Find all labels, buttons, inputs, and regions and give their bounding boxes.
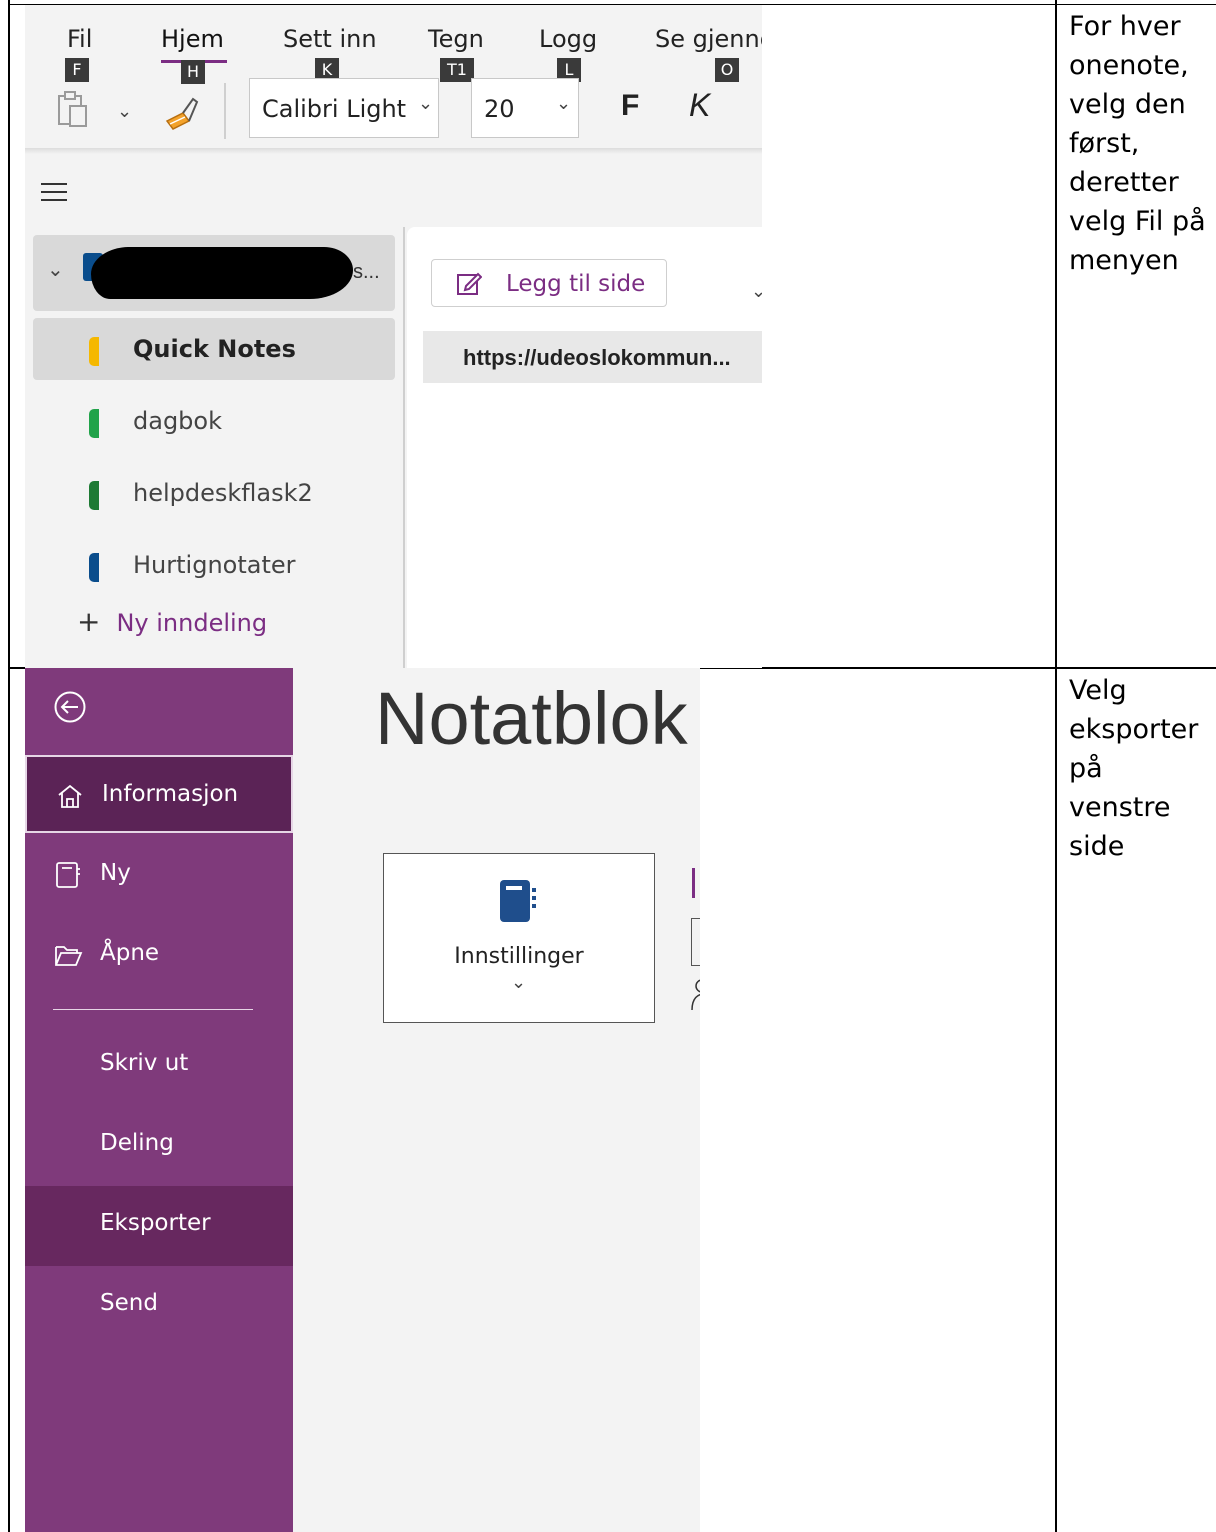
chevron-down-icon: ⌄ bbox=[47, 259, 64, 281]
nav-informasjon[interactable]: Informasjon bbox=[25, 755, 293, 833]
keytip-h: H bbox=[181, 60, 205, 84]
section-color-tab-icon bbox=[89, 409, 99, 438]
keytip-o: O bbox=[715, 58, 739, 82]
new-notebook-icon bbox=[53, 860, 83, 890]
section-hurtignotater[interactable]: Hurtignotater bbox=[33, 534, 395, 596]
nav-skriv-ut[interactable]: Skriv ut bbox=[25, 1026, 293, 1106]
tab-tegn[interactable]: Tegn bbox=[428, 25, 484, 53]
nav-label: Skriv ut bbox=[100, 1050, 189, 1076]
section-label: Hurtignotater bbox=[133, 551, 296, 579]
sort-chevron-icon[interactable]: ⌄ bbox=[751, 281, 762, 302]
home-icon bbox=[55, 781, 85, 811]
section-label: dagbok bbox=[133, 407, 222, 435]
back-arrow-icon[interactable] bbox=[53, 690, 87, 724]
settings-label: Innstillinger bbox=[454, 944, 584, 969]
italic-button[interactable]: K bbox=[689, 87, 710, 124]
instruction-step-2: Velg eksporter på venstre side bbox=[1069, 675, 1199, 862]
onenote-main-screenshot: Fil F Hjem H Sett inn K Tegn T1 Logg L S… bbox=[25, 5, 762, 668]
ribbon-separator bbox=[224, 83, 226, 139]
notebook-icon bbox=[498, 878, 538, 929]
keytip-t1: T1 bbox=[440, 58, 474, 82]
nav-eksporter[interactable]: Eksporter bbox=[25, 1186, 293, 1266]
add-page-button[interactable]: Legg til side bbox=[431, 259, 667, 307]
section-helpdeskflask2[interactable]: helpdeskflask2 bbox=[33, 462, 395, 524]
font-name-dropdown[interactable]: Calibri Light ⌄ bbox=[249, 78, 439, 138]
section-color-tab-icon bbox=[89, 553, 99, 582]
nav-label: Eksporter bbox=[100, 1210, 211, 1236]
section-color-tab-icon bbox=[89, 337, 99, 366]
notebook-selector[interactable]: ⌄ s... bbox=[33, 235, 395, 311]
section-dagbok[interactable]: dagbok bbox=[33, 390, 395, 452]
tab-logg[interactable]: Logg bbox=[539, 25, 597, 53]
paste-icon[interactable] bbox=[55, 90, 91, 130]
instruction-step-1: For hver onenote, velg den først, derett… bbox=[1069, 11, 1206, 276]
nav-label: Informasjon bbox=[102, 781, 239, 807]
pane-divider bbox=[403, 227, 405, 668]
nav-send[interactable]: Send bbox=[25, 1266, 293, 1346]
section-quick-notes[interactable]: Quick Notes bbox=[33, 318, 395, 380]
chevron-down-icon: ⌄ bbox=[418, 93, 434, 114]
page-heading: Notatblok bbox=[375, 677, 688, 760]
plus-icon: + bbox=[77, 605, 101, 638]
font-size-value: 20 bbox=[484, 95, 515, 123]
nav-deling[interactable]: Deling bbox=[25, 1106, 293, 1186]
clipped-box-fragment bbox=[691, 918, 700, 966]
ribbon-shadow bbox=[25, 148, 762, 154]
tab-hjem[interactable]: Hjem bbox=[161, 25, 224, 53]
tab-fil[interactable]: Fil bbox=[67, 25, 92, 53]
font-name-value: Calibri Light bbox=[262, 95, 407, 123]
font-size-dropdown[interactable]: 20 ⌄ bbox=[471, 78, 579, 138]
nav-label: Åpne bbox=[100, 940, 160, 966]
table-column-divider bbox=[1055, 0, 1057, 1532]
notebook-name-suffix: s... bbox=[353, 261, 380, 283]
nav-label: Deling bbox=[100, 1130, 174, 1156]
nav-apne[interactable]: Åpne bbox=[25, 916, 293, 996]
clipped-heading-fragment bbox=[692, 868, 695, 898]
nav-label: Ny bbox=[100, 860, 131, 886]
settings-button[interactable]: Innstillinger ⌄ bbox=[383, 853, 655, 1023]
new-page-icon bbox=[456, 270, 483, 302]
nav-separator bbox=[53, 1009, 253, 1010]
new-section-button[interactable]: + Ny inndeling bbox=[77, 605, 267, 639]
keytip-f: F bbox=[65, 58, 89, 82]
paste-dropdown-chevron-icon[interactable]: ⌄ bbox=[117, 101, 132, 122]
table-border-left bbox=[8, 0, 10, 1532]
page-title: https://udeoslokommun... bbox=[463, 345, 731, 370]
tab-sett-inn[interactable]: Sett inn bbox=[283, 25, 377, 53]
page-list-item[interactable]: https://udeoslokommun... bbox=[423, 331, 762, 383]
bold-button[interactable]: F bbox=[621, 89, 639, 123]
chevron-down-icon: ⌄ bbox=[556, 93, 572, 114]
clipped-person-icon bbox=[690, 978, 700, 1012]
add-page-label: Legg til side bbox=[506, 271, 646, 297]
section-label: Quick Notes bbox=[133, 335, 296, 363]
folder-open-icon bbox=[53, 940, 83, 970]
format-painter-icon[interactable] bbox=[163, 91, 203, 131]
tab-se-gjennom[interactable]: Se gjenno bbox=[655, 25, 762, 53]
section-color-tab-icon bbox=[89, 481, 99, 510]
nav-ny[interactable]: Ny bbox=[25, 836, 293, 916]
hamburger-menu-icon[interactable] bbox=[41, 181, 67, 201]
new-section-label: Ny inndeling bbox=[116, 609, 268, 637]
chevron-down-icon: ⌄ bbox=[511, 972, 527, 992]
nav-label: Send bbox=[100, 1290, 158, 1316]
redacted-notebook-name bbox=[91, 247, 353, 299]
section-label: helpdeskflask2 bbox=[133, 479, 313, 507]
backstage-screenshot: Informasjon Ny Åpne Skriv ut Deling Eksp… bbox=[25, 668, 700, 1532]
